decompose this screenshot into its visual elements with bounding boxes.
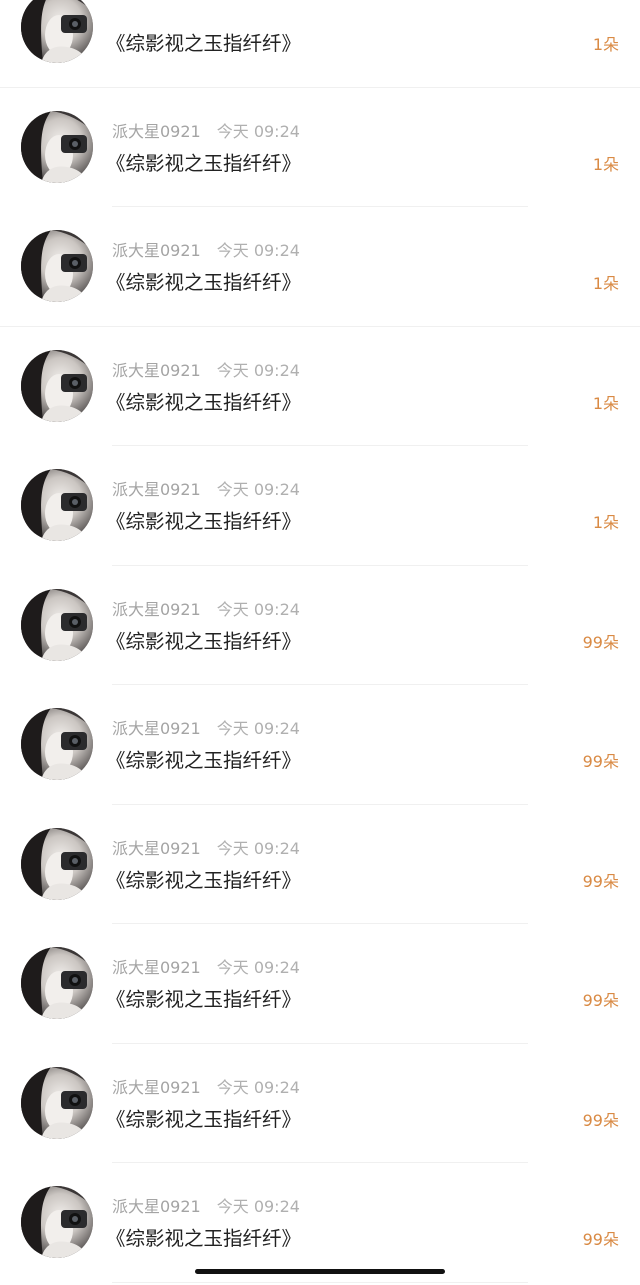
username: 派大星0921 bbox=[112, 241, 201, 260]
avatar-girl-camera-icon bbox=[21, 1186, 93, 1258]
gift-record-row[interactable]: 《综影视之玉指纤纤》 1朵 bbox=[0, 0, 640, 88]
flower-count: 99朵 bbox=[582, 871, 619, 891]
username: 派大星0921 bbox=[112, 719, 201, 738]
avatar-girl-camera-icon bbox=[21, 1066, 93, 1139]
gift-record-row[interactable]: 派大星0921 今天 09:24 《综影视之玉指纤纤》 1朵 bbox=[0, 446, 640, 566]
record-meta: 派大星0921 今天 09:24 bbox=[112, 598, 300, 622]
avatar-girl-camera-icon bbox=[21, 588, 93, 661]
record-meta: 派大星0921 今天 09:24 bbox=[112, 717, 300, 741]
gift-record-row[interactable]: 派大星0921 今天 09:24 《综影视之玉指纤纤》 99朵 bbox=[0, 1163, 640, 1283]
timestamp: 今天 09:24 bbox=[216, 241, 300, 260]
avatar[interactable] bbox=[21, 947, 93, 1019]
record-meta: 派大星0921 今天 09:24 bbox=[112, 1076, 300, 1100]
avatar-girl-camera-icon bbox=[21, 827, 93, 900]
avatar[interactable] bbox=[21, 349, 93, 422]
gift-record-row[interactable]: 派大星0921 今天 09:24 《综影视之玉指纤纤》 99朵 bbox=[0, 924, 640, 1044]
record-meta: 派大星0921 今天 09:24 bbox=[112, 837, 300, 861]
record-meta: 派大星0921 今天 09:24 bbox=[112, 120, 300, 144]
gift-record-row[interactable]: 派大星0921 今天 09:24 《综影视之玉指纤纤》 99朵 bbox=[0, 1044, 640, 1164]
home-indicator[interactable] bbox=[195, 1269, 445, 1274]
flower-count: 99朵 bbox=[582, 991, 619, 1010]
book-title: 《综影视之玉指纤纤》 bbox=[106, 271, 302, 294]
avatar-girl-camera-icon bbox=[21, 0, 93, 63]
book-title: 《综影视之玉指纤纤》 bbox=[106, 1227, 302, 1250]
avatar[interactable] bbox=[21, 469, 93, 541]
timestamp: 今天 09:24 bbox=[216, 360, 300, 380]
book-title: 《综影视之玉指纤纤》 bbox=[106, 988, 302, 1011]
flower-count: 1朵 bbox=[592, 393, 619, 413]
book-title: 《综影视之玉指纤纤》 bbox=[106, 629, 302, 653]
record-meta: 派大星0921 今天 09:24 bbox=[112, 1195, 300, 1219]
avatar[interactable] bbox=[21, 1066, 93, 1139]
timestamp: 今天 09:24 bbox=[216, 480, 300, 499]
username: 派大星0921 bbox=[112, 599, 201, 619]
book-title: 《综影视之玉指纤纤》 bbox=[106, 868, 302, 892]
avatar[interactable] bbox=[21, 0, 93, 63]
avatar[interactable] bbox=[21, 708, 93, 780]
avatar-girl-camera-icon bbox=[21, 349, 93, 422]
avatar[interactable] bbox=[21, 1186, 93, 1258]
flower-count: 1朵 bbox=[592, 35, 619, 54]
username: 派大星0921 bbox=[112, 360, 201, 380]
record-meta bbox=[112, 0, 128, 24]
avatar-girl-camera-icon bbox=[21, 230, 93, 302]
username: 派大星0921 bbox=[112, 1077, 201, 1097]
username: 派大星0921 bbox=[112, 838, 201, 858]
avatar[interactable] bbox=[21, 827, 93, 900]
record-meta: 派大星0921 今天 09:24 bbox=[112, 478, 300, 502]
avatar[interactable] bbox=[21, 230, 93, 302]
username: 派大星0921 bbox=[112, 958, 201, 977]
avatar[interactable] bbox=[21, 110, 93, 183]
record-meta: 派大星0921 今天 09:24 bbox=[112, 239, 300, 263]
timestamp: 今天 09:24 bbox=[216, 719, 300, 738]
avatar-girl-camera-icon bbox=[21, 708, 93, 780]
avatar-girl-camera-icon bbox=[21, 469, 93, 541]
avatar-girl-camera-icon bbox=[21, 947, 93, 1019]
timestamp: 今天 09:24 bbox=[216, 1077, 300, 1097]
username: 派大星0921 bbox=[112, 1197, 201, 1216]
timestamp: 今天 09:24 bbox=[216, 121, 300, 141]
gift-record-row[interactable]: 派大星0921 今天 09:24 《综影视之玉指纤纤》 99朵 bbox=[0, 685, 640, 805]
timestamp: 今天 09:24 bbox=[216, 838, 300, 858]
flower-count: 99朵 bbox=[582, 1110, 619, 1130]
username: 派大星0921 bbox=[112, 480, 201, 499]
record-meta: 派大星0921 今天 09:24 bbox=[112, 956, 300, 980]
flower-count: 1朵 bbox=[592, 154, 619, 174]
flower-count: 1朵 bbox=[592, 274, 619, 293]
book-title: 《综影视之玉指纤纤》 bbox=[106, 151, 302, 175]
gift-record-row[interactable]: 派大星0921 今天 09:24 《综影视之玉指纤纤》 1朵 bbox=[0, 327, 640, 447]
book-title: 《综影视之玉指纤纤》 bbox=[106, 32, 302, 55]
book-title: 《综影视之玉指纤纤》 bbox=[106, 510, 302, 533]
timestamp: 今天 09:24 bbox=[216, 599, 300, 619]
gift-record-row[interactable]: 派大星0921 今天 09:24 《综影视之玉指纤纤》 1朵 bbox=[0, 207, 640, 327]
timestamp: 今天 09:24 bbox=[216, 1197, 300, 1216]
book-title: 《综影视之玉指纤纤》 bbox=[106, 390, 302, 414]
gift-record-row[interactable]: 派大星0921 今天 09:24 《综影视之玉指纤纤》 1朵 bbox=[0, 88, 640, 208]
flower-count: 99朵 bbox=[582, 632, 619, 652]
flower-count: 99朵 bbox=[582, 1230, 619, 1249]
timestamp: 今天 09:24 bbox=[216, 958, 300, 977]
gift-record-row[interactable]: 派大星0921 今天 09:24 《综影视之玉指纤纤》 99朵 bbox=[0, 805, 640, 925]
gift-record-list: 《综影视之玉指纤纤》 1朵 派大星0921 今天 09:24 《综影视之玉指纤纤》 1朵派… bbox=[0, 0, 640, 1283]
gift-record-row[interactable]: 派大星0921 今天 09:24 《综影视之玉指纤纤》 99朵 bbox=[0, 566, 640, 686]
book-title: 《综影视之玉指纤纤》 bbox=[106, 749, 302, 772]
avatar-girl-camera-icon bbox=[21, 110, 93, 183]
record-meta: 派大星0921 今天 09:24 bbox=[112, 359, 300, 383]
book-title: 《综影视之玉指纤纤》 bbox=[106, 1107, 302, 1131]
avatar[interactable] bbox=[21, 588, 93, 661]
flower-count: 99朵 bbox=[582, 752, 619, 771]
flower-count: 1朵 bbox=[592, 513, 619, 532]
username: 派大星0921 bbox=[112, 121, 201, 141]
